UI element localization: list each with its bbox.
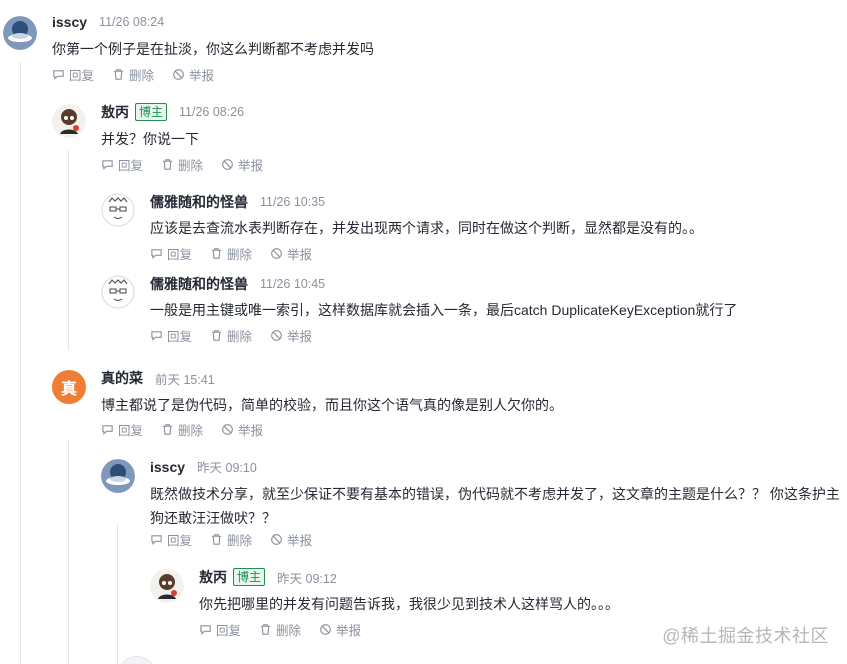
author-name[interactable]: isscy	[52, 14, 87, 30]
ban-icon	[271, 330, 282, 341]
reply-label: 回复	[118, 424, 144, 438]
trash-icon	[211, 330, 222, 341]
comment-time: 昨天 09:10	[197, 461, 257, 475]
comment-text: 并发？你说一下	[101, 131, 199, 147]
comment-text: 一般是用主键或唯一索引，这样数据库就会插入一条，最后catch Duplicat…	[150, 302, 738, 318]
comment-text: 你先把哪里的并发有问题告诉我，我很少见到技术人这样骂人的。。。	[199, 596, 619, 612]
report-label: 举报	[238, 159, 264, 173]
comment-icon	[53, 70, 64, 80]
thread-line	[68, 440, 69, 664]
reply-label: 回复	[167, 534, 193, 548]
thread-line	[117, 524, 118, 664]
reply-button[interactable]: 回复	[150, 244, 192, 263]
comment-icon	[151, 249, 162, 259]
delete-label: 删除	[178, 159, 204, 173]
avatar[interactable]	[101, 459, 135, 493]
author-name[interactable]: 儒雅随和的怪兽	[150, 274, 248, 294]
avatar[interactable]	[101, 275, 135, 309]
report-button[interactable]: 举报	[270, 530, 312, 549]
reply-button[interactable]: 回复	[150, 326, 192, 345]
ban-icon	[173, 69, 184, 80]
thread-line	[20, 62, 21, 664]
ban-icon	[271, 248, 282, 259]
comment-icon	[102, 160, 113, 170]
avatar[interactable]	[117, 656, 157, 664]
avatar[interactable]	[101, 193, 135, 227]
author-name[interactable]: 敖丙	[199, 567, 227, 587]
report-label: 举报	[287, 330, 313, 344]
thread-line	[68, 150, 69, 350]
delete-label: 删除	[227, 330, 253, 344]
reply-label: 回复	[216, 624, 242, 638]
report-button[interactable]: 举报	[270, 326, 312, 345]
comment-text: 应该是去查流水表判断存在，并发出现两个请求，同时在做这个判断，显然都是没有的。。	[150, 220, 703, 236]
reply-label: 回复	[167, 330, 193, 344]
reply-button[interactable]: 回复	[101, 155, 143, 174]
ban-icon	[222, 424, 233, 435]
author-name[interactable]: isscy	[150, 459, 185, 475]
reply-button[interactable]: 回复	[150, 530, 192, 549]
comment-text: 你第一个例子是在扯淡，你这么判断都不考虑并发吗	[52, 41, 374, 57]
reply-label: 回复	[167, 248, 193, 262]
ban-icon	[320, 624, 331, 635]
avatar[interactable]	[150, 569, 184, 603]
avatar[interactable]: 真	[52, 370, 86, 404]
report-button[interactable]: 举报	[172, 65, 214, 84]
report-button[interactable]: 举报	[221, 420, 263, 439]
delete-button[interactable]: 删除	[259, 620, 301, 639]
report-label: 举报	[287, 534, 313, 548]
trash-icon	[162, 424, 173, 435]
reply-label: 回复	[118, 159, 144, 173]
reply-button[interactable]: 回复	[199, 620, 241, 639]
ban-icon	[222, 159, 233, 170]
author-name[interactable]: 敖丙	[101, 102, 129, 122]
ban-icon	[271, 534, 282, 545]
trash-icon	[260, 624, 271, 635]
author-name[interactable]: 儒雅随和的怪兽	[150, 192, 248, 212]
delete-button[interactable]: 删除	[161, 155, 203, 174]
delete-button[interactable]: 删除	[112, 65, 154, 84]
report-button[interactable]: 举报	[221, 155, 263, 174]
comment-icon	[102, 425, 113, 435]
author-badge: 博主	[233, 568, 266, 586]
delete-button[interactable]: 删除	[210, 326, 252, 345]
report-label: 举报	[336, 624, 362, 638]
trash-icon	[113, 69, 124, 80]
comment-icon	[200, 625, 211, 635]
delete-label: 删除	[276, 624, 302, 638]
comment-text: 既然做技术分享，就至少保证不要有基本的错误，伪代码就不考虑并发了，这文章的主题是…	[150, 486, 840, 526]
delete-label: 删除	[227, 248, 253, 262]
comment-time: 11/26 08:24	[99, 15, 165, 29]
report-label: 举报	[287, 248, 313, 262]
reply-button[interactable]: 回复	[52, 65, 94, 84]
trash-icon	[211, 534, 222, 545]
delete-button[interactable]: 删除	[161, 420, 203, 439]
comment-text: 博主都说了是伪代码，简单的校验，而且你这个语气真的像是别人欠你的。	[101, 397, 563, 413]
author-name[interactable]: 真的菜	[101, 368, 143, 388]
watermark: @稀土掘金技术社区	[662, 626, 829, 646]
comment-time: 11/26 10:45	[260, 277, 326, 291]
delete-label: 删除	[129, 69, 155, 83]
comment-icon	[151, 535, 162, 545]
comment-time: 11/26 10:35	[260, 195, 326, 209]
avatar[interactable]	[52, 104, 86, 138]
author-badge: 博主	[135, 103, 168, 121]
delete-label: 删除	[178, 424, 204, 438]
comment-time: 前天 15:41	[155, 372, 215, 387]
reply-button[interactable]: 回复	[101, 420, 143, 439]
trash-icon	[162, 159, 173, 170]
report-label: 举报	[238, 424, 264, 438]
trash-icon	[211, 248, 222, 259]
comment-time: 昨天 09:12	[277, 571, 337, 586]
report-label: 举报	[189, 69, 215, 83]
report-button[interactable]: 举报	[270, 244, 312, 263]
report-button[interactable]: 举报	[319, 620, 361, 639]
comment-time: 11/26 08:26	[179, 105, 245, 119]
delete-button[interactable]: 删除	[210, 530, 252, 549]
delete-label: 删除	[227, 534, 253, 548]
comment-icon	[151, 331, 162, 341]
delete-button[interactable]: 删除	[210, 244, 252, 263]
reply-label: 回复	[69, 69, 95, 83]
avatar[interactable]	[3, 16, 37, 50]
